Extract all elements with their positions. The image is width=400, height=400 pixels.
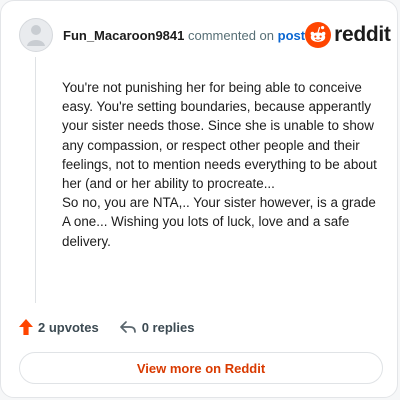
avatar[interactable] <box>19 18 53 52</box>
reddit-wordmark: reddit <box>334 23 391 46</box>
avatar-icon <box>27 25 45 46</box>
action-text: commented on <box>188 27 274 43</box>
view-more-button[interactable]: View more on Reddit <box>19 352 383 384</box>
reddit-brand[interactable]: reddit <box>305 22 391 48</box>
comment-card: Fun_Macaroon9841 commented on post reddi… <box>0 0 398 398</box>
comment-meta: Fun_Macaroon9841 commented on post <box>63 28 305 43</box>
comment-body: You're not punishing her for being able … <box>62 80 377 249</box>
comment-header: Fun_Macaroon9841 commented on post reddi… <box>19 17 391 53</box>
reply-arrow-icon <box>119 321 136 333</box>
thread-line <box>35 57 36 303</box>
reply-stat[interactable]: 0 replies <box>119 319 195 335</box>
reply-count: 0 replies <box>141 319 195 335</box>
comment-footer: 2 upvotes 0 replies <box>19 317 194 337</box>
upvote-stat[interactable]: 2 upvotes <box>19 319 99 335</box>
upvote-arrow-icon <box>19 319 33 335</box>
post-link[interactable]: post <box>278 28 305 43</box>
upvote-count: 2 upvotes <box>38 319 99 335</box>
reddit-logo-icon <box>305 22 332 48</box>
username-link[interactable]: Fun_Macaroon9841 <box>63 28 184 43</box>
